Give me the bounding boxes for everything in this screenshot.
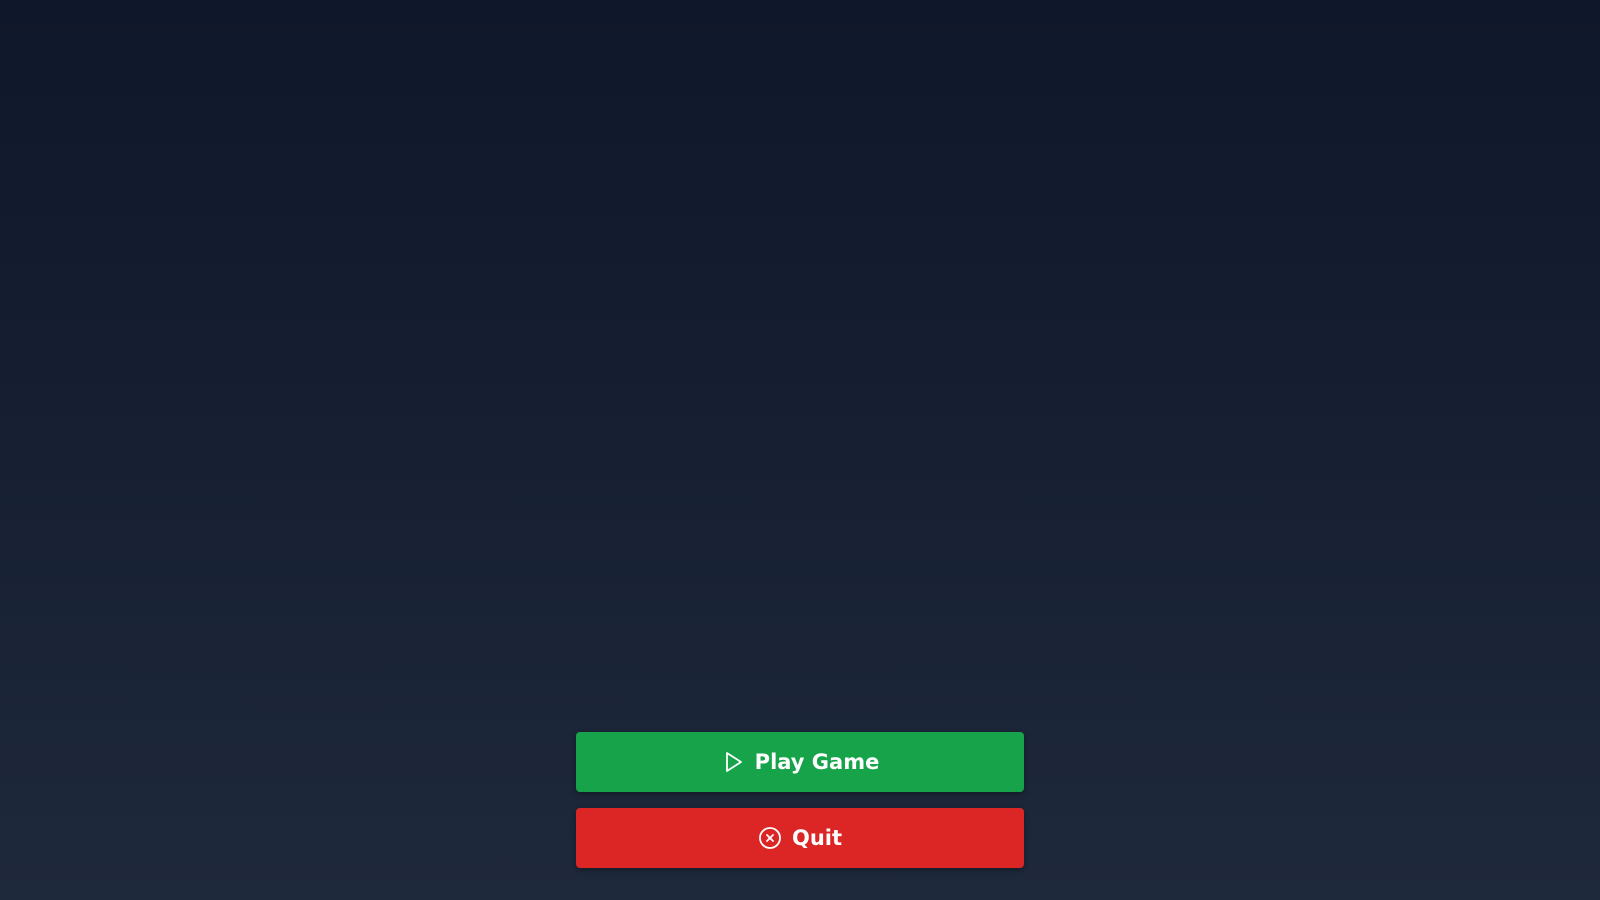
play-game-label: Play Game xyxy=(754,750,880,774)
play-game-button[interactable]: Play Game xyxy=(576,732,1024,792)
play-icon xyxy=(721,750,745,774)
quit-button[interactable]: Quit xyxy=(576,808,1024,868)
close-circle-icon xyxy=(758,826,782,850)
quit-label: Quit xyxy=(791,826,843,850)
main-menu: Play Game Quit xyxy=(576,732,1024,868)
